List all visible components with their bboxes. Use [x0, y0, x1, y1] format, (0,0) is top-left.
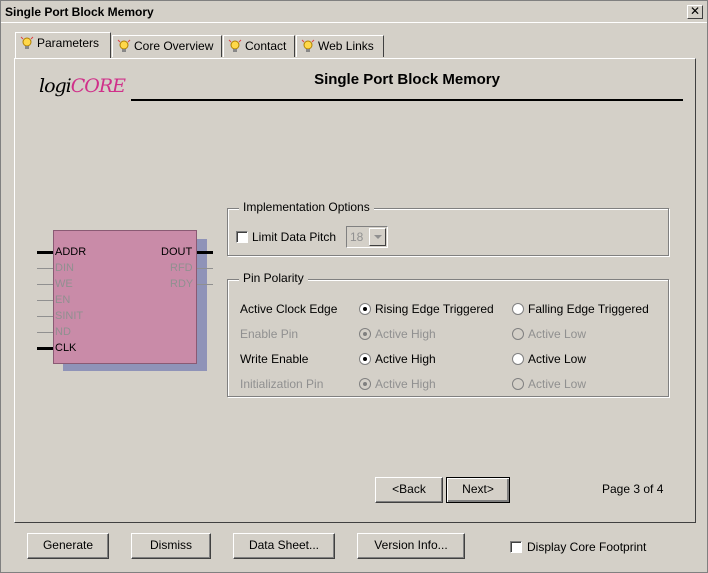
write-active-high-radio[interactable] — [359, 353, 371, 365]
write-active-low-radio[interactable] — [512, 353, 524, 365]
rising-edge-radio[interactable] — [359, 303, 371, 315]
pin-line-rfd — [197, 268, 213, 269]
display-core-footprint-checkbox[interactable] — [510, 541, 522, 553]
pin-polarity-legend: Pin Polarity — [239, 271, 308, 285]
data-pitch-select[interactable]: 18 — [346, 226, 388, 248]
page-indicator: Page 3 of 4 — [602, 482, 664, 496]
enable-active-high-label[interactable]: Active High — [375, 327, 436, 341]
generate-button[interactable]: Generate — [27, 533, 109, 559]
pin-clk: CLK — [55, 342, 77, 354]
init-active-high-radio[interactable] — [359, 378, 371, 390]
lightbulb-icon — [228, 39, 242, 52]
active-clock-edge-label: Active Clock Edge — [240, 302, 338, 316]
falling-edge-label[interactable]: Falling Edge Triggered — [528, 302, 649, 316]
pin-addr: ADDR — [55, 246, 87, 258]
radio-dot — [363, 357, 367, 361]
lightbulb-icon — [301, 39, 315, 52]
initialization-pin-label: Initialization Pin — [240, 377, 324, 391]
tab-parameters[interactable]: Parameters — [15, 32, 111, 58]
pin-dout: DOUT — [161, 246, 193, 258]
enable-active-high-radio[interactable] — [359, 328, 371, 340]
dialog-window: Single Port Block Memory ✕ Parameters Co… — [0, 0, 708, 573]
tab-label: Web Links — [318, 39, 374, 53]
logo-text-logi: logi — [39, 75, 72, 97]
pin-sinit: SINIT — [55, 310, 84, 322]
radio-dot — [363, 332, 367, 336]
pin-nd: ND — [55, 326, 71, 338]
pin-line-clk — [37, 347, 53, 350]
pin-line-we — [37, 284, 53, 285]
pin-line-en — [37, 300, 53, 301]
pin-rfd: RFD — [170, 262, 193, 274]
next-button[interactable]: Next> — [446, 477, 510, 503]
tab-web-links[interactable]: Web Links — [296, 35, 384, 57]
pin-en: EN — [55, 294, 71, 306]
chevron-down-icon[interactable] — [369, 228, 386, 246]
page-title: Single Port Block Memory — [314, 71, 500, 88]
rising-edge-label[interactable]: Rising Edge Triggered — [375, 302, 494, 316]
radio-dot — [363, 382, 367, 386]
window-title: Single Port Block Memory — [5, 5, 154, 19]
enable-active-low-label[interactable]: Active Low — [528, 327, 586, 341]
pin-line-nd — [37, 332, 53, 333]
data-sheet-button[interactable]: Data Sheet... — [233, 533, 335, 559]
header-divider — [131, 99, 683, 101]
write-enable-label: Write Enable — [240, 352, 309, 366]
logo-text-core: CORE — [70, 75, 126, 97]
dismiss-button[interactable]: Dismiss — [131, 533, 211, 559]
tab-core-overview[interactable]: Core Overview — [112, 35, 222, 57]
display-core-footprint-label[interactable]: Display Core Footprint — [527, 540, 646, 554]
radio-dot — [363, 307, 367, 311]
data-pitch-value: 18 — [350, 230, 364, 244]
pin-line-dout — [197, 251, 213, 254]
falling-edge-radio[interactable] — [512, 303, 524, 315]
pin-line-rdy — [197, 284, 213, 285]
implementation-options-legend: Implementation Options — [239, 200, 374, 214]
title-bar[interactable]: Single Port Block Memory ✕ — [1, 1, 707, 23]
pin-rdy: RDY — [170, 278, 194, 290]
tab-label: Contact — [245, 39, 287, 53]
init-active-low-label[interactable]: Active Low — [528, 377, 586, 391]
tab-contact[interactable]: Contact — [223, 35, 295, 57]
limit-data-pitch-checkbox[interactable] — [236, 231, 248, 243]
logicore-logo: logiCORE — [39, 75, 126, 97]
version-info-button[interactable]: Version Info... — [357, 533, 465, 559]
limit-data-pitch-label[interactable]: Limit Data Pitch — [252, 230, 336, 244]
back-button[interactable]: <Back — [375, 477, 443, 503]
write-active-high-label[interactable]: Active High — [375, 352, 436, 366]
pin-line-sinit — [37, 316, 53, 317]
init-active-high-label[interactable]: Active High — [375, 377, 436, 391]
enable-pin-label: Enable Pin — [240, 327, 299, 341]
pin-din: DIN — [55, 262, 74, 274]
write-active-low-label[interactable]: Active Low — [528, 352, 586, 366]
lightbulb-icon — [20, 36, 34, 49]
enable-active-low-radio[interactable] — [512, 328, 524, 340]
pin-we: WE — [55, 278, 73, 290]
lightbulb-icon — [117, 39, 131, 52]
tab-label: Parameters — [37, 36, 100, 50]
pin-line-din — [37, 268, 53, 269]
tab-label: Core Overview — [134, 39, 214, 53]
init-active-low-radio[interactable] — [512, 378, 524, 390]
pin-line-addr — [37, 251, 53, 254]
close-button[interactable]: ✕ — [687, 5, 703, 19]
